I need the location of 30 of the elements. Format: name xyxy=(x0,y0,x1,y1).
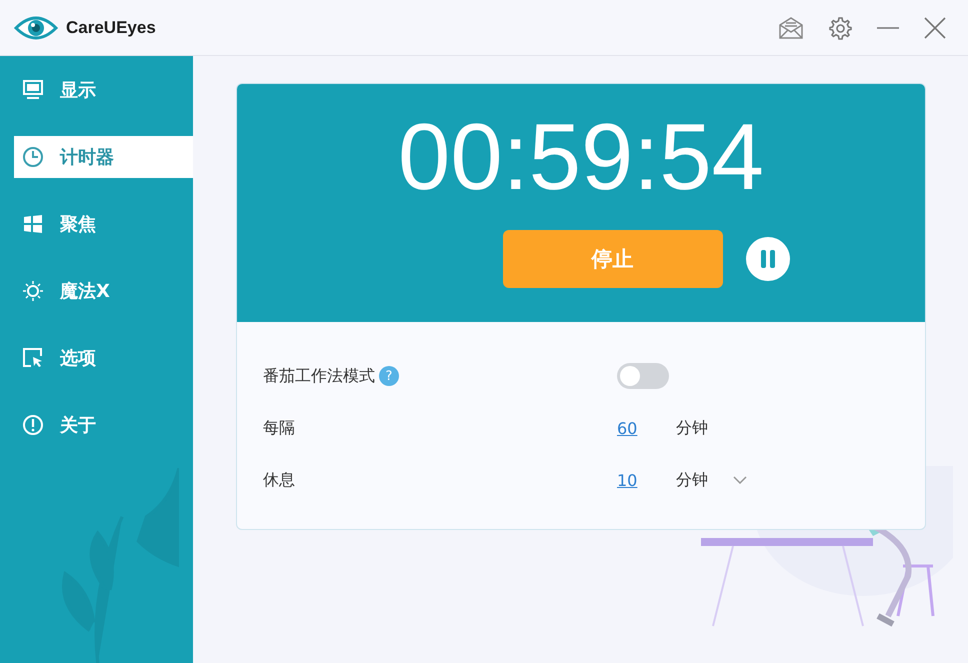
unit-label: 分钟 xyxy=(676,418,708,438)
sidebar-item[interactable]: 显示 xyxy=(14,69,193,111)
setting-label: 番茄工作法模式 xyxy=(263,366,375,386)
cursor-icon xyxy=(22,347,44,369)
number-link[interactable]: 10 xyxy=(617,470,643,490)
eye-icon xyxy=(14,14,58,42)
setting-label: 每隔 xyxy=(263,418,295,438)
window-title: CareUEyes xyxy=(66,18,156,38)
chevron-down-icon[interactable] xyxy=(733,476,747,484)
number-link[interactable]: 60 xyxy=(617,418,643,438)
setting-label: 休息 xyxy=(263,470,295,490)
pause-icon[interactable] xyxy=(746,237,790,281)
sidebar-item[interactable]: 计时器 xyxy=(14,136,193,178)
clock-icon xyxy=(22,146,44,168)
envelope-icon[interactable] xyxy=(778,16,804,38)
monitor-icon xyxy=(22,79,44,101)
sidebar-item[interactable]: 魔法X xyxy=(14,270,193,312)
stop-button[interactable]: 停止 xyxy=(502,230,722,288)
close-icon[interactable] xyxy=(924,16,946,38)
help-button[interactable]: ? xyxy=(379,366,399,386)
sidebar-item[interactable]: 关于 xyxy=(14,404,193,446)
sun-icon xyxy=(22,280,44,302)
settings-icon[interactable] xyxy=(828,16,852,40)
countdown-time: 00:59:54 xyxy=(398,110,764,204)
exclamation-icon xyxy=(22,414,44,436)
sidebar-item[interactable]: 选项 xyxy=(14,337,193,379)
sidebar-item[interactable]: 聚焦 xyxy=(14,203,193,245)
toggle-switch[interactable] xyxy=(617,363,669,389)
unit-label: 分钟 xyxy=(676,470,708,490)
windows-icon xyxy=(22,213,44,235)
